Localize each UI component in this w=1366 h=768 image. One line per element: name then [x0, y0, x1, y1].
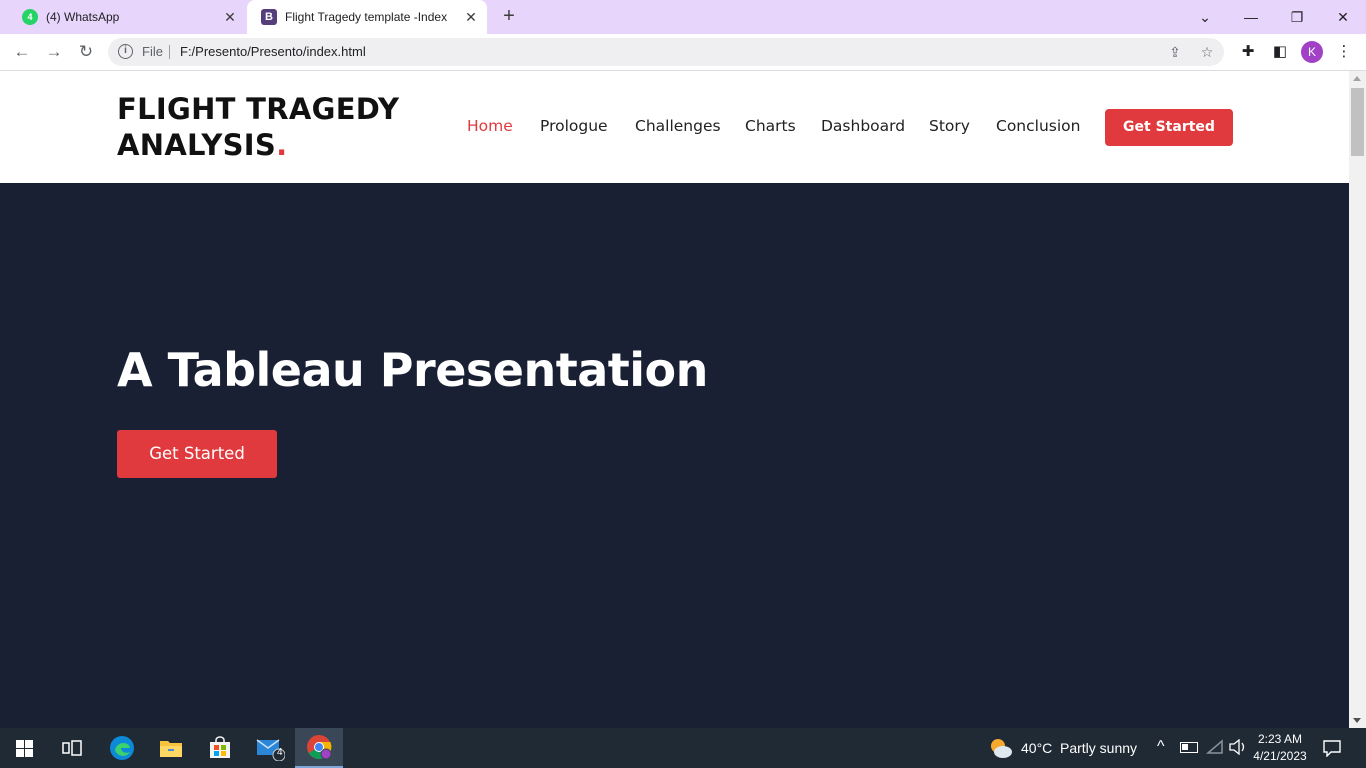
- browser-toolbar: ← → ↻ i File F:/Presento/Presento/index.…: [0, 34, 1366, 71]
- scroll-down-arrow-icon[interactable]: [1353, 718, 1361, 723]
- divider: [169, 45, 170, 59]
- hero-section: A Tableau Presentation Get Started: [0, 183, 1349, 728]
- nav-story[interactable]: Story: [929, 117, 970, 135]
- weather-temperature[interactable]: 40°C: [1021, 740, 1052, 756]
- mail-icon[interactable]: 4: [246, 728, 294, 768]
- profile-avatar[interactable]: K: [1301, 41, 1323, 63]
- scroll-up-arrow-icon[interactable]: [1353, 76, 1361, 81]
- hero-title: A Tableau Presentation: [117, 343, 708, 397]
- back-icon[interactable]: ←: [10, 40, 34, 64]
- share-icon[interactable]: ⇪: [1166, 43, 1184, 61]
- site-header: FLIGHT TRAGEDY ANALYSIS. Home Prologue C…: [0, 71, 1349, 183]
- bootstrap-icon: B: [261, 9, 277, 25]
- scroll-thumb[interactable]: [1351, 88, 1364, 156]
- volume-icon[interactable]: [1228, 738, 1248, 760]
- address-bar[interactable]: i File F:/Presento/Presento/index.html ⇪…: [108, 38, 1224, 66]
- minimize-icon[interactable]: —: [1228, 0, 1274, 34]
- nav-prologue[interactable]: Prologue: [540, 117, 608, 135]
- logo-line-2: ANALYSIS: [117, 128, 277, 162]
- tab-title: (4) WhatsApp: [46, 10, 120, 24]
- logo-dot: .: [276, 128, 288, 162]
- logo-line-1: FLIGHT TRAGEDY: [117, 92, 400, 126]
- start-button[interactable]: [0, 728, 48, 768]
- taskbar: 4 40°C Partly sunny ^ 2:23 AM 4/21/2023: [0, 728, 1366, 768]
- chrome-icon[interactable]: [295, 728, 343, 768]
- tab-strip: 4 (4) WhatsApp ✕ B Flight Tragedy templa…: [0, 0, 1366, 34]
- close-window-icon[interactable]: ✕: [1320, 0, 1366, 34]
- clock-time: 2:23 AM: [1257, 732, 1303, 746]
- windows-logo-icon: [15, 739, 33, 757]
- nav-charts[interactable]: Charts: [745, 117, 796, 135]
- info-icon[interactable]: i: [118, 44, 133, 59]
- clock-date: 4/21/2023: [1253, 749, 1307, 763]
- tab-whatsapp[interactable]: 4 (4) WhatsApp ✕: [8, 0, 246, 34]
- nav-dashboard[interactable]: Dashboard: [821, 117, 905, 135]
- menu-kebab-icon[interactable]: ⋮: [1333, 41, 1355, 63]
- show-hidden-icons-chevron-icon[interactable]: ^: [1157, 738, 1165, 756]
- system-clock[interactable]: 2:23 AM 4/21/2023: [1252, 731, 1308, 765]
- url-text[interactable]: F:/Presento/Presento/index.html: [180, 44, 366, 59]
- nav-conclusion[interactable]: Conclusion: [996, 117, 1080, 135]
- whatsapp-icon: 4: [22, 9, 38, 25]
- reload-icon[interactable]: ↻: [74, 40, 98, 64]
- nav-challenges[interactable]: Challenges: [635, 117, 721, 135]
- task-view-icon[interactable]: [48, 728, 96, 768]
- extensions-icon[interactable]: ✚: [1237, 41, 1259, 63]
- notification-center-icon[interactable]: [1322, 739, 1342, 762]
- battery-icon[interactable]: [1180, 742, 1198, 753]
- site-logo[interactable]: FLIGHT TRAGEDY ANALYSIS.: [117, 91, 399, 163]
- scheme-label: File: [142, 44, 163, 59]
- header-get-started-button[interactable]: Get Started: [1105, 109, 1233, 146]
- side-panel-icon[interactable]: ◧: [1269, 41, 1291, 63]
- network-icon[interactable]: [1205, 739, 1224, 760]
- microsoft-store-icon[interactable]: [196, 728, 244, 768]
- tab-flight-tragedy[interactable]: B Flight Tragedy template -Index ✕: [247, 0, 487, 34]
- hero-get-started-button[interactable]: Get Started: [117, 430, 277, 478]
- edge-icon[interactable]: [98, 728, 146, 768]
- bookmark-star-icon[interactable]: ☆: [1198, 43, 1216, 61]
- tab-title: Flight Tragedy template -Index: [285, 10, 448, 24]
- weather-condition[interactable]: Partly sunny: [1060, 740, 1137, 756]
- mail-badge: 4: [277, 747, 283, 758]
- close-tab-icon[interactable]: ✕: [461, 9, 481, 26]
- file-explorer-icon[interactable]: [147, 728, 195, 768]
- weather-partly-sunny-icon[interactable]: [988, 736, 1014, 760]
- tab-search-icon[interactable]: ⌄: [1182, 0, 1228, 34]
- close-tab-icon[interactable]: ✕: [220, 9, 240, 26]
- new-tab-icon[interactable]: +: [498, 6, 520, 28]
- restore-icon[interactable]: ❐: [1274, 0, 1320, 34]
- nav-home[interactable]: Home: [467, 117, 513, 135]
- forward-icon[interactable]: →: [42, 40, 66, 64]
- page-scrollbar[interactable]: [1349, 71, 1366, 728]
